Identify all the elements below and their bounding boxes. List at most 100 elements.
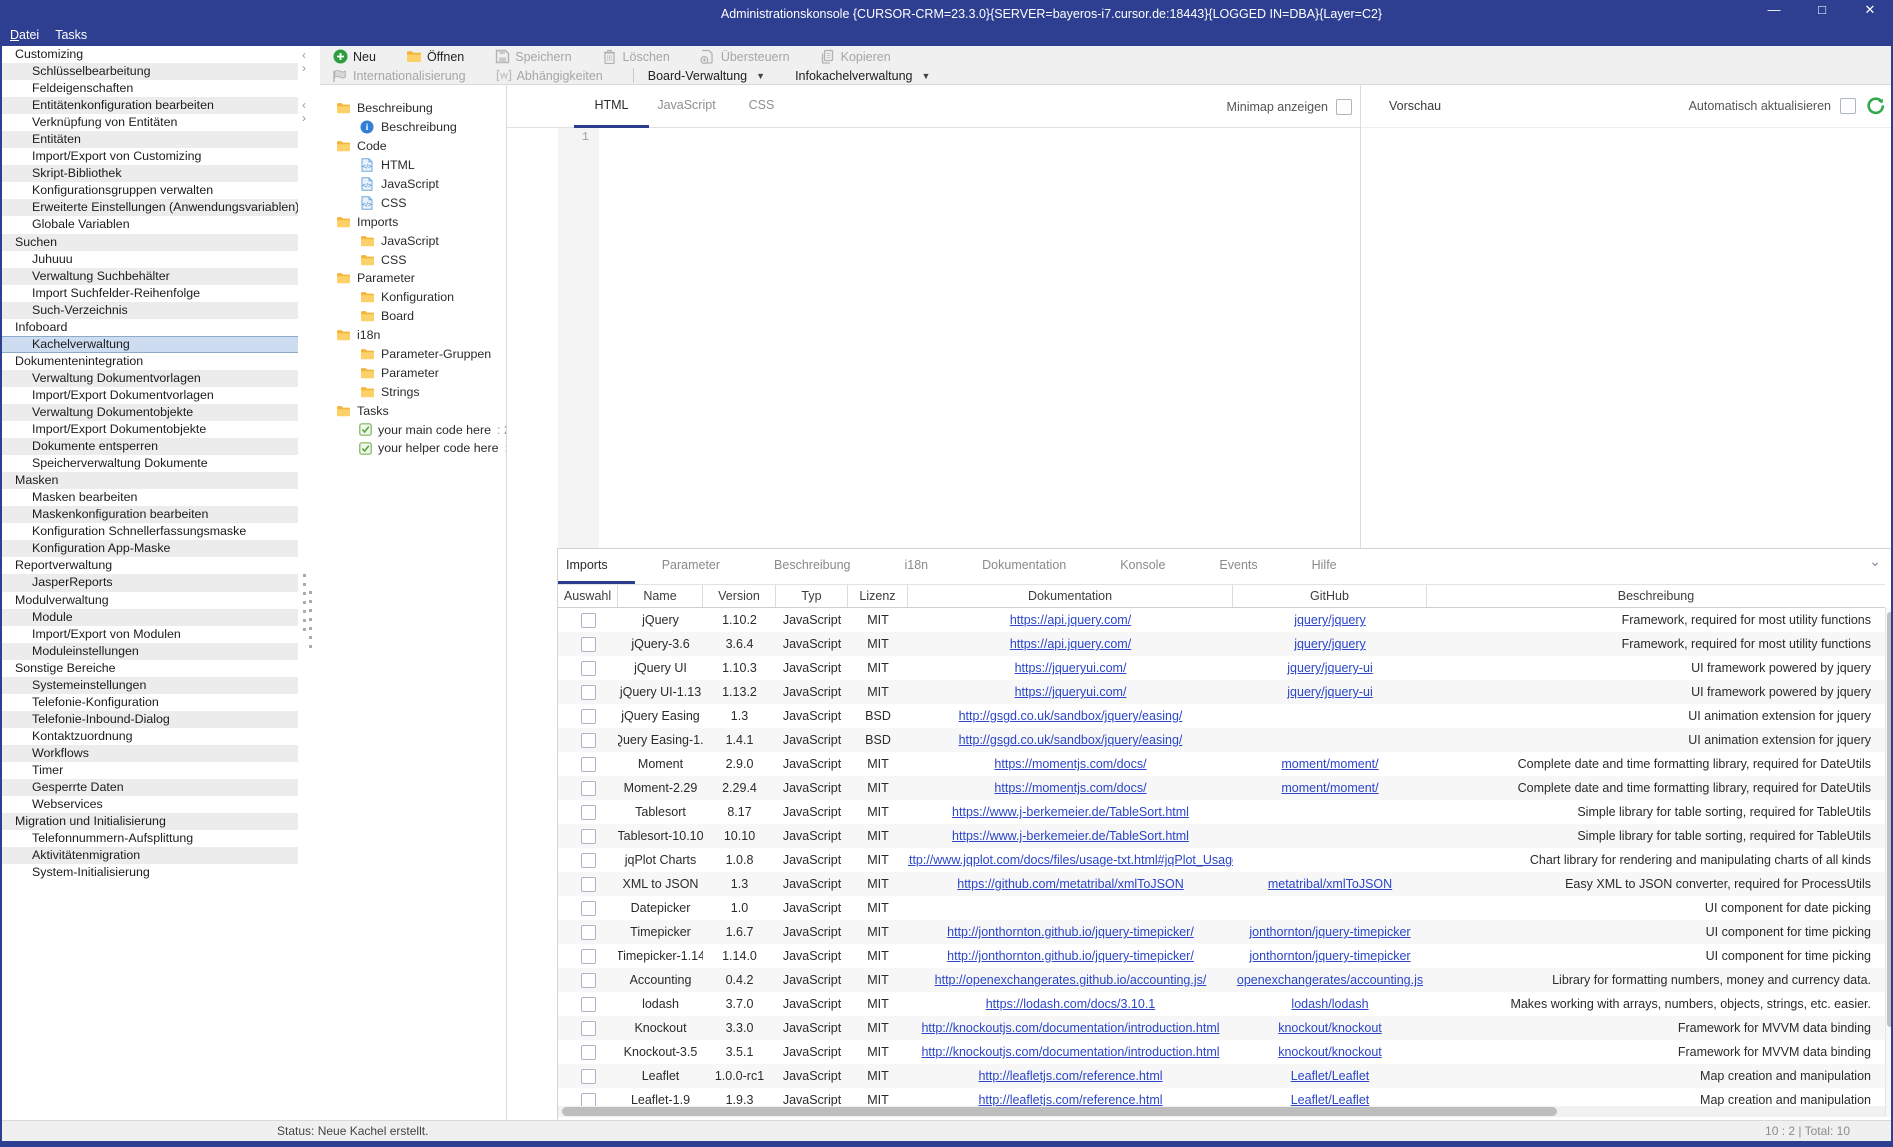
- menu-datei[interactable]: Datei: [10, 28, 39, 42]
- row-checkbox[interactable]: [581, 901, 596, 916]
- sidebar-item-workflows[interactable]: Workflows: [2, 745, 298, 762]
- tree-item-parameter-gruppen[interactable]: Parameter-Gruppen: [320, 345, 506, 364]
- tree-item-javascript[interactable]: JavaScript: [320, 231, 506, 250]
- github-link[interactable]: jquery/jquery: [1294, 613, 1366, 627]
- collapse-left2-icon[interactable]: ‹: [302, 100, 306, 110]
- sidebar-item-masken-bearbeiten[interactable]: Masken bearbeiten: [2, 489, 298, 506]
- table-row-timepicker-1.14[interactable]: Timepicker-1.141.14.0JavaScriptMIThttp:/…: [558, 944, 1885, 968]
- github-link[interactable]: metatribal/xmlToJSON: [1268, 877, 1392, 891]
- vertical-scrollbar[interactable]: [1885, 608, 1893, 1117]
- row-checkbox[interactable]: [581, 733, 596, 748]
- tree-item-tasks[interactable]: Tasks: [320, 401, 506, 420]
- github-link[interactable]: jquery/jquery: [1294, 637, 1366, 651]
- documentation-link[interactable]: http://www.jqplot.com/docs/files/usage-t…: [908, 853, 1233, 867]
- sidebar-item-import-export-dokumentvorlagen[interactable]: Import/Export Dokumentvorlagen: [2, 387, 298, 404]
- sidebar-item-entitäten[interactable]: Entitäten: [2, 131, 298, 148]
- sidebar-item-import-suchfelder-reihenfolge[interactable]: Import Suchfelder-Reihenfolge: [2, 285, 298, 302]
- documentation-link[interactable]: https://api.jquery.com/: [1010, 637, 1131, 651]
- table-row-jquery-3.6[interactable]: jQuery-3.63.6.4JavaScriptMIThttps://api.…: [558, 632, 1885, 656]
- sidebar-item-gesperrte-daten[interactable]: Gesperrte Daten: [2, 779, 298, 796]
- table-row-jquery-easing-1.4[interactable]: jQuery Easing-1.41.4.1JavaScriptBSDhttp:…: [558, 728, 1885, 752]
- table-row-leaflet[interactable]: Leaflet1.0.0-rc1JavaScriptMIThttp://leaf…: [558, 1064, 1885, 1088]
- documentation-link[interactable]: http://gsgd.co.uk/sandbox/jquery/easing/: [959, 733, 1183, 747]
- row-checkbox[interactable]: [581, 877, 596, 892]
- row-checkbox[interactable]: [581, 997, 596, 1012]
- github-link[interactable]: knockout/knockout: [1278, 1045, 1382, 1059]
- documentation-link[interactable]: http://openexchangerates.github.io/accou…: [935, 973, 1207, 987]
- documentation-link[interactable]: https://momentjs.com/docs/: [994, 781, 1146, 795]
- sidebar-item-speicherverwaltung-dokumente[interactable]: Speicherverwaltung Dokumente: [2, 455, 298, 472]
- sidebar-item-modulverwaltung[interactable]: Modulverwaltung: [2, 592, 298, 609]
- code-editor[interactable]: 1: [507, 128, 1360, 548]
- sidebar-item-module[interactable]: Module: [2, 609, 298, 626]
- editor-tab-css[interactable]: CSS: [724, 85, 799, 128]
- sidebar-item-masken[interactable]: Masken: [2, 472, 298, 489]
- tree-item-code[interactable]: Code: [320, 137, 506, 156]
- sidebar-item-telefonie-inbound-dialog[interactable]: Telefonie-Inbound-Dialog: [2, 711, 298, 728]
- sidebar-splitter[interactable]: ‹ › ‹ ›: [298, 46, 320, 1120]
- documentation-link[interactable]: https://momentjs.com/docs/: [994, 757, 1146, 771]
- refresh-icon[interactable]: [1865, 96, 1885, 116]
- table-row-jquery-ui[interactable]: jQuery UI1.10.3JavaScriptMIThttps://jque…: [558, 656, 1885, 680]
- sidebar-item-skript-bibliothek[interactable]: Skript-Bibliothek: [2, 165, 298, 182]
- table-row-xml-to-json[interactable]: XML to JSON1.3JavaScriptMIThttps://githu…: [558, 872, 1885, 896]
- tree-item-your-main-code-here[interactable]: your main code here : 2: [320, 420, 506, 439]
- splitter-grip[interactable]: [303, 574, 306, 636]
- github-link[interactable]: moment/moment/: [1281, 757, 1378, 771]
- documentation-link[interactable]: https://jqueryui.com/: [1015, 661, 1127, 675]
- row-checkbox[interactable]: [581, 1021, 596, 1036]
- sidebar-item-telefonnummern-aufsplittung[interactable]: Telefonnummern-Aufsplittung: [2, 830, 298, 847]
- table-row-leaflet-1.9[interactable]: Leaflet-1.91.9.3JavaScriptMIThttp://leaf…: [558, 1088, 1885, 1106]
- documentation-link[interactable]: http://knockoutjs.com/documentation/intr…: [921, 1021, 1219, 1035]
- github-link[interactable]: openexchangerates/accounting.js: [1237, 973, 1423, 987]
- table-row-moment[interactable]: Moment2.9.0JavaScriptMIThttps://momentjs…: [558, 752, 1885, 776]
- table-row-jquery-easing[interactable]: jQuery Easing1.3JavaScriptBSDhttp://gsgd…: [558, 704, 1885, 728]
- row-checkbox[interactable]: [581, 1069, 596, 1084]
- documentation-link[interactable]: http://leafletjs.com/reference.html: [978, 1069, 1162, 1083]
- sidebar-item-system-initialisierung[interactable]: System-Initialisierung: [2, 864, 298, 881]
- sidebar-item-maskenkonfiguration-bearbeiten[interactable]: Maskenkonfiguration bearbeiten: [2, 506, 298, 523]
- sidebar-item-sonstige-bereiche[interactable]: Sonstige Bereiche: [2, 660, 298, 677]
- tree-item-your-helper-code-here[interactable]: your helper code here : 5: [320, 439, 506, 458]
- table-row-moment-2.29[interactable]: Moment-2.292.29.4JavaScriptMIThttps://mo…: [558, 776, 1885, 800]
- sidebar-item-schlüsselbearbeitung[interactable]: Schlüsselbearbeitung: [2, 63, 298, 80]
- tree-item-beschreibung[interactable]: Beschreibung: [320, 99, 506, 118]
- github-link[interactable]: Leaflet/Leaflet: [1291, 1069, 1370, 1083]
- tree-item-konfiguration[interactable]: Konfiguration: [320, 288, 506, 307]
- documentation-link[interactable]: https://www.j-berkemeier.de/TableSort.ht…: [952, 805, 1189, 819]
- tree-item-beschreibung[interactable]: iBeschreibung: [320, 118, 506, 137]
- github-link[interactable]: lodash/lodash: [1291, 997, 1368, 1011]
- documentation-link[interactable]: http://jonthornton.github.io/jquery-time…: [947, 925, 1194, 939]
- sidebar-item-such-verzeichnis[interactable]: Such-Verzeichnis: [2, 302, 298, 319]
- table-row-timepicker[interactable]: Timepicker1.6.7JavaScriptMIThttp://jonth…: [558, 920, 1885, 944]
- toolbar-button-infokachelverwaltung[interactable]: Infokachelverwaltung▼: [795, 69, 930, 83]
- bottom-tab-konsole[interactable]: Konsole: [1093, 549, 1192, 584]
- tree-item-imports[interactable]: Imports: [320, 212, 506, 231]
- documentation-link[interactable]: http://jonthornton.github.io/jquery-time…: [947, 949, 1194, 963]
- sidebar-item-verwaltung-dokumentvorlagen[interactable]: Verwaltung Dokumentvorlagen: [2, 370, 298, 387]
- sidebar-item-juhuuu[interactable]: Juhuuu: [2, 251, 298, 268]
- expand-right-icon[interactable]: ›: [302, 63, 306, 73]
- tree-item-javascript[interactable]: </>JavaScript: [320, 175, 506, 194]
- maximize-icon[interactable]: □: [1811, 2, 1833, 18]
- github-link[interactable]: jonthornton/jquery-timepicker: [1249, 949, 1410, 963]
- row-checkbox[interactable]: [581, 1093, 596, 1107]
- table-row-datepicker[interactable]: Datepicker1.0JavaScriptMITUI component f…: [558, 896, 1885, 920]
- github-link[interactable]: jonthornton/jquery-timepicker: [1249, 925, 1410, 939]
- horizontal-scrollbar-thumb[interactable]: [562, 1107, 1557, 1116]
- row-checkbox[interactable]: [581, 661, 596, 676]
- sidebar-item-import-export-von-modulen[interactable]: Import/Export von Modulen: [2, 626, 298, 643]
- menu-tasks[interactable]: Tasks: [55, 28, 87, 42]
- tree-item-strings[interactable]: Strings: [320, 382, 506, 401]
- row-checkbox[interactable]: [581, 757, 596, 772]
- bottom-tab-events[interactable]: Events: [1192, 549, 1284, 584]
- bottom-tab-imports[interactable]: Imports: [558, 549, 635, 584]
- table-row-tablesort[interactable]: Tablesort8.17JavaScriptMIThttps://www.j-…: [558, 800, 1885, 824]
- row-checkbox[interactable]: [581, 613, 596, 628]
- row-checkbox[interactable]: [581, 853, 596, 868]
- table-row-tablesort-10.10[interactable]: Tablesort-10.1010.10JavaScriptMIThttps:/…: [558, 824, 1885, 848]
- toolbar-button-board-verwaltung[interactable]: Board-Verwaltung▼: [648, 69, 765, 83]
- sidebar-item-erweiterte-einstellungen-anwendungsvariablen-[interactable]: Erweiterte Einstellungen (Anwendungsvari…: [2, 199, 298, 216]
- sidebar-item-dokumentenintegration[interactable]: Dokumentenintegration: [2, 353, 298, 370]
- github-link[interactable]: knockout/knockout: [1278, 1021, 1382, 1035]
